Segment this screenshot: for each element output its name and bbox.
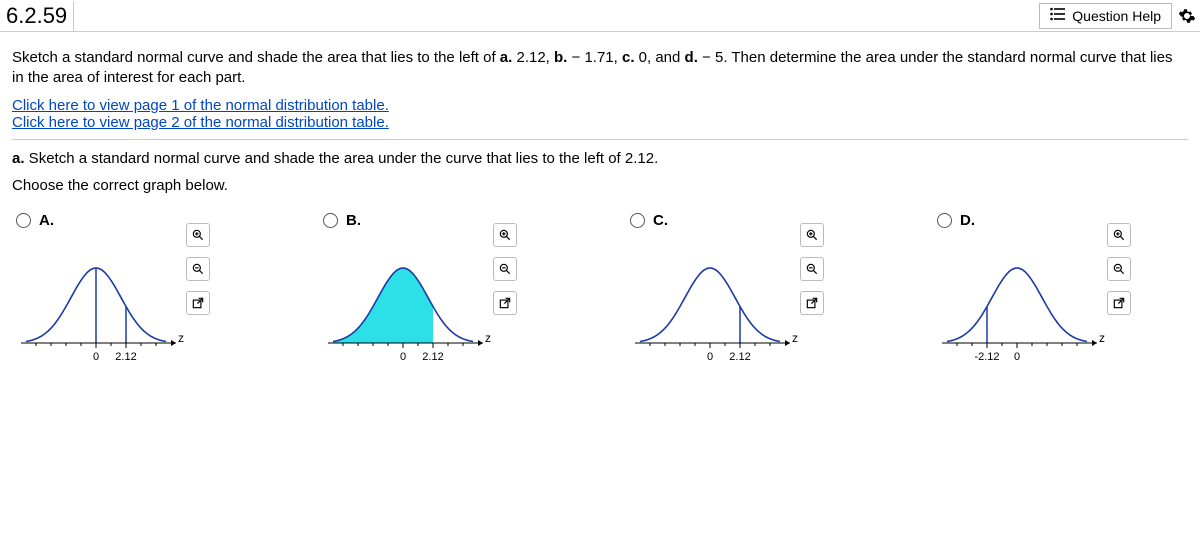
option-label: A. [39,212,54,229]
option-B: B. 02.12 z [323,212,570,373]
popout-icon[interactable] [186,291,210,315]
zoom-out-icon[interactable] [800,257,824,281]
popout-icon[interactable] [800,291,824,315]
normal-curve-graph: -2.12 0 [937,253,1107,368]
zoom-out-icon[interactable] [1107,257,1131,281]
radio-D[interactable] [937,213,952,228]
option-D: D. -2.12 0 z [937,212,1184,373]
axis-label: z [1099,331,1105,345]
svg-text:0: 0 [707,351,713,363]
svg-text:0: 0 [93,351,99,363]
question-number: 6.2.59 [0,1,74,31]
zoom-in-icon[interactable] [800,223,824,247]
zoom-out-icon[interactable] [186,257,210,281]
svg-text:2.12: 2.12 [422,351,443,363]
svg-text:2.12: 2.12 [729,351,750,363]
svg-text:2.12: 2.12 [115,351,136,363]
question-help-button[interactable]: Question Help [1039,3,1172,29]
choose-text: Choose the correct graph below. [12,177,1188,194]
radio-C[interactable] [630,213,645,228]
normal-curve-graph: 02.12 [323,253,493,368]
zoom-out-icon[interactable] [493,257,517,281]
normal-curve-graph: 02.12 [16,253,186,368]
zoom-in-icon[interactable] [1107,223,1131,247]
option-label: B. [346,212,361,229]
list-icon [1050,7,1066,24]
radio-B[interactable] [323,213,338,228]
axis-label: z [485,331,491,345]
svg-text:0: 0 [400,351,406,363]
zoom-in-icon[interactable] [186,223,210,247]
question-prompt: Sketch a standard normal curve and shade… [12,48,1188,89]
svg-text:-2.12: -2.12 [974,351,999,363]
option-C: C. 02.12 z [630,212,877,373]
normal-curve-graph: 02.12 [630,253,800,368]
svg-text:0: 0 [1014,351,1020,363]
option-A: A. 02.12 z [16,212,263,373]
table-page1-link[interactable]: Click here to view page 1 of the normal … [12,97,389,114]
part-a-text: a. Sketch a standard normal curve and sh… [12,150,1188,167]
option-label: D. [960,212,975,229]
question-help-label: Question Help [1072,8,1161,24]
axis-label: z [792,331,798,345]
axis-label: z [178,331,184,345]
popout-icon[interactable] [493,291,517,315]
zoom-in-icon[interactable] [493,223,517,247]
table-page2-link[interactable]: Click here to view page 2 of the normal … [12,114,389,131]
gear-icon[interactable] [1178,7,1196,25]
popout-icon[interactable] [1107,291,1131,315]
radio-A[interactable] [16,213,31,228]
option-label: C. [653,212,668,229]
